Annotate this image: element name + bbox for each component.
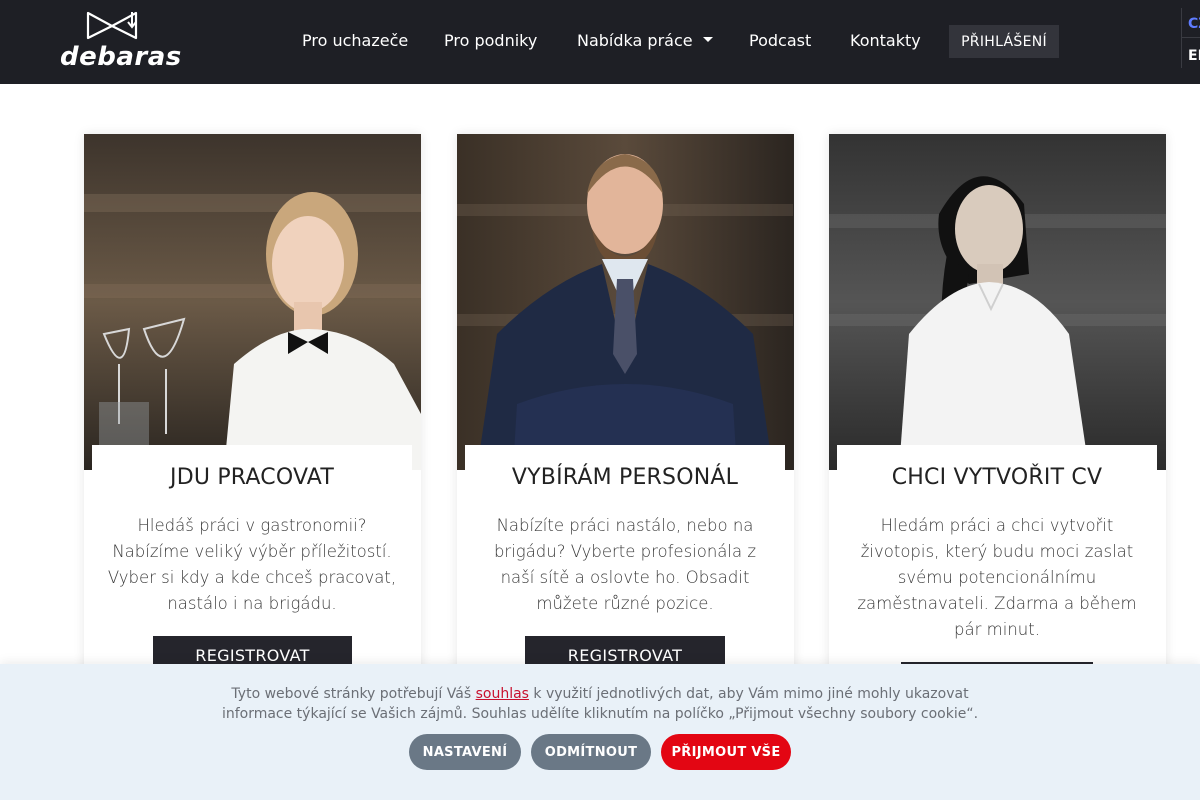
businessman-photo — [457, 134, 794, 470]
cookie-text-before: Tyto webové stránky potřebují Váš — [231, 686, 476, 702]
waitress-photo — [84, 134, 421, 470]
card-title: CHCI VYTVOŘIT CV — [891, 465, 1103, 490]
card-title: VYBÍRÁM PERSONÁL — [511, 465, 739, 490]
card-title: JDU PRACOVAT — [170, 465, 334, 490]
brand-name: debaras — [60, 42, 182, 72]
consent-link[interactable]: souhlas — [476, 686, 529, 702]
bowtie-logo-icon — [86, 11, 138, 40]
site-header: debaras Pro uchazeče Pro podniky Nabídka… — [0, 0, 1200, 84]
card-chci-vytvorit-cv: CHCI VYTVOŘIT CV Hledám práci a chci vyt… — [829, 134, 1166, 705]
young-woman-photo — [829, 134, 1166, 470]
card-description: Hledáš práci v gastronomii? Nabízíme vel… — [107, 516, 397, 613]
cookie-settings-button[interactable]: NASTAVENÍ — [409, 734, 521, 770]
cookie-message: Tyto webové stránky potřebují Váš souhla… — [200, 684, 1000, 724]
nav-nabidka-prace-label: Nabídka práce — [577, 31, 693, 50]
nav-kontakty[interactable]: Kontakty — [850, 31, 921, 50]
card-description: Nabízíte práci nastálo, nebo na brigádu?… — [493, 516, 757, 613]
card-description: Hledám práci a chci vytvořit životopis, … — [857, 516, 1137, 639]
card-vybiram-personal: VYBÍRÁM PERSONÁL Nabízíte práci nastálo,… — [457, 134, 794, 705]
nav-pro-uchazece[interactable]: Pro uchazeče — [302, 31, 408, 50]
language-divider — [1182, 37, 1200, 38]
cookie-accept-all-button[interactable]: PŘIJMOUT VŠE — [661, 734, 791, 770]
login-button[interactable]: PŘIHLÁŠENÍ — [949, 25, 1059, 58]
caret-down-icon — [702, 37, 713, 42]
nav-pro-podniky[interactable]: Pro podniky — [444, 31, 537, 50]
nav-nabidka-prace[interactable]: Nabídka práce — [577, 31, 713, 50]
brand-logo[interactable]: debaras — [60, 10, 181, 74]
cookie-reject-button[interactable]: ODMÍTNOUT — [531, 734, 651, 770]
cookie-consent-bar: Tyto webové stránky potřebují Váš souhla… — [0, 664, 1200, 800]
language-switcher: CZ EN — [1181, 8, 1200, 68]
card-jdu-pracovat: JDU PRACOVAT Hledáš práci v gastronomii?… — [84, 134, 421, 705]
language-cz[interactable]: CZ — [1188, 16, 1200, 32]
nav-podcast[interactable]: Podcast — [749, 31, 811, 50]
language-en[interactable]: EN — [1188, 48, 1200, 64]
